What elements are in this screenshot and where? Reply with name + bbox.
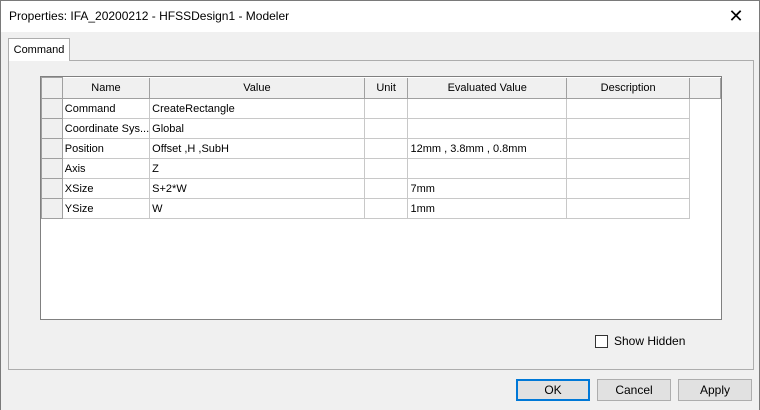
cell-value[interactable]: Z — [149, 158, 365, 179]
row-header[interactable] — [41, 98, 63, 119]
ok-button-label: OK — [544, 383, 562, 397]
column-header-value[interactable]: Value — [149, 77, 365, 99]
row-header[interactable] — [41, 178, 63, 199]
cell-unit[interactable] — [363, 198, 409, 219]
cell-unit[interactable] — [363, 158, 409, 179]
apply-button[interactable]: Apply — [678, 379, 752, 401]
apply-button-label: Apply — [699, 383, 731, 397]
cell-description[interactable] — [566, 158, 691, 179]
cell-evaluated-value — [407, 98, 568, 119]
cell-value[interactable]: CreateRectangle — [149, 98, 365, 119]
column-header-filler — [689, 77, 721, 99]
cell-evaluated-value: 7mm — [407, 178, 568, 199]
property-grid: Name Value Unit Evaluated Value Descript… — [40, 76, 722, 320]
close-icon: ✕ — [728, 6, 744, 26]
cell-unit[interactable] — [363, 138, 409, 159]
window-title: Properties: IFA_20200212 - HFSSDesign1 -… — [9, 9, 290, 23]
cell-description[interactable] — [566, 98, 691, 119]
cell-unit[interactable] — [363, 118, 409, 139]
tab-command-label: Command — [13, 44, 65, 56]
cell-description[interactable] — [566, 138, 691, 159]
column-header-name[interactable]: Name — [61, 77, 151, 99]
table-row[interactable]: Axis Z — [41, 158, 721, 179]
row-header[interactable] — [41, 118, 63, 139]
cell-name[interactable]: Position — [61, 138, 151, 159]
cell-description[interactable] — [566, 178, 691, 199]
cell-name[interactable]: Axis — [61, 158, 151, 179]
cancel-button-label: Cancel — [615, 383, 653, 397]
cell-name[interactable]: Command — [61, 98, 151, 119]
column-header-evaluated-value[interactable]: Evaluated Value — [407, 77, 568, 99]
cell-unit[interactable] — [363, 178, 409, 199]
cell-value[interactable]: S+2*W — [149, 178, 365, 199]
cell-value[interactable]: W — [149, 198, 365, 219]
table-row[interactable]: XSize S+2*W 7mm — [41, 178, 721, 199]
table-row[interactable]: Command CreateRectangle — [41, 98, 721, 119]
cell-name[interactable]: XSize — [61, 178, 151, 199]
corner-cell — [41, 77, 63, 99]
window-border-left — [0, 31, 1, 410]
column-header-unit[interactable]: Unit — [363, 77, 409, 99]
cell-unit[interactable] — [363, 98, 409, 119]
cell-evaluated-value: 12mm , 3.8mm , 0.8mm — [407, 138, 568, 159]
title-bar: Properties: IFA_20200212 - HFSSDesign1 -… — [0, 0, 760, 32]
cell-description[interactable] — [566, 198, 691, 219]
cell-evaluated-value — [407, 158, 568, 179]
cell-evaluated-value: 1mm — [407, 198, 568, 219]
table-row[interactable]: Position Offset ,H ,SubH 12mm , 3.8mm , … — [41, 138, 721, 159]
show-hidden-label: Show Hidden — [614, 334, 686, 348]
tab-command[interactable]: Command — [8, 38, 70, 61]
show-hidden-option[interactable]: Show Hidden — [595, 334, 685, 348]
property-table: Name Value Unit Evaluated Value Descript… — [41, 77, 721, 219]
ok-button[interactable]: OK — [516, 379, 590, 401]
cancel-button[interactable]: Cancel — [597, 379, 671, 401]
cell-evaluated-value — [407, 118, 568, 139]
cell-description[interactable] — [566, 118, 691, 139]
show-hidden-checkbox[interactable] — [595, 334, 608, 348]
close-button[interactable]: ✕ — [713, 1, 759, 32]
cell-value[interactable]: Offset ,H ,SubH — [149, 138, 365, 159]
row-header[interactable] — [41, 198, 63, 219]
cell-value[interactable]: Global — [149, 118, 365, 139]
header-row: Name Value Unit Evaluated Value Descript… — [41, 77, 721, 99]
row-header[interactable] — [41, 158, 63, 179]
cell-name[interactable]: Coordinate Sys... — [61, 118, 151, 139]
cell-name[interactable]: YSize — [61, 198, 151, 219]
table-row[interactable]: YSize W 1mm — [41, 198, 721, 219]
column-header-description[interactable]: Description — [566, 77, 691, 99]
table-row[interactable]: Coordinate Sys... Global — [41, 118, 721, 139]
row-header[interactable] — [41, 138, 63, 159]
